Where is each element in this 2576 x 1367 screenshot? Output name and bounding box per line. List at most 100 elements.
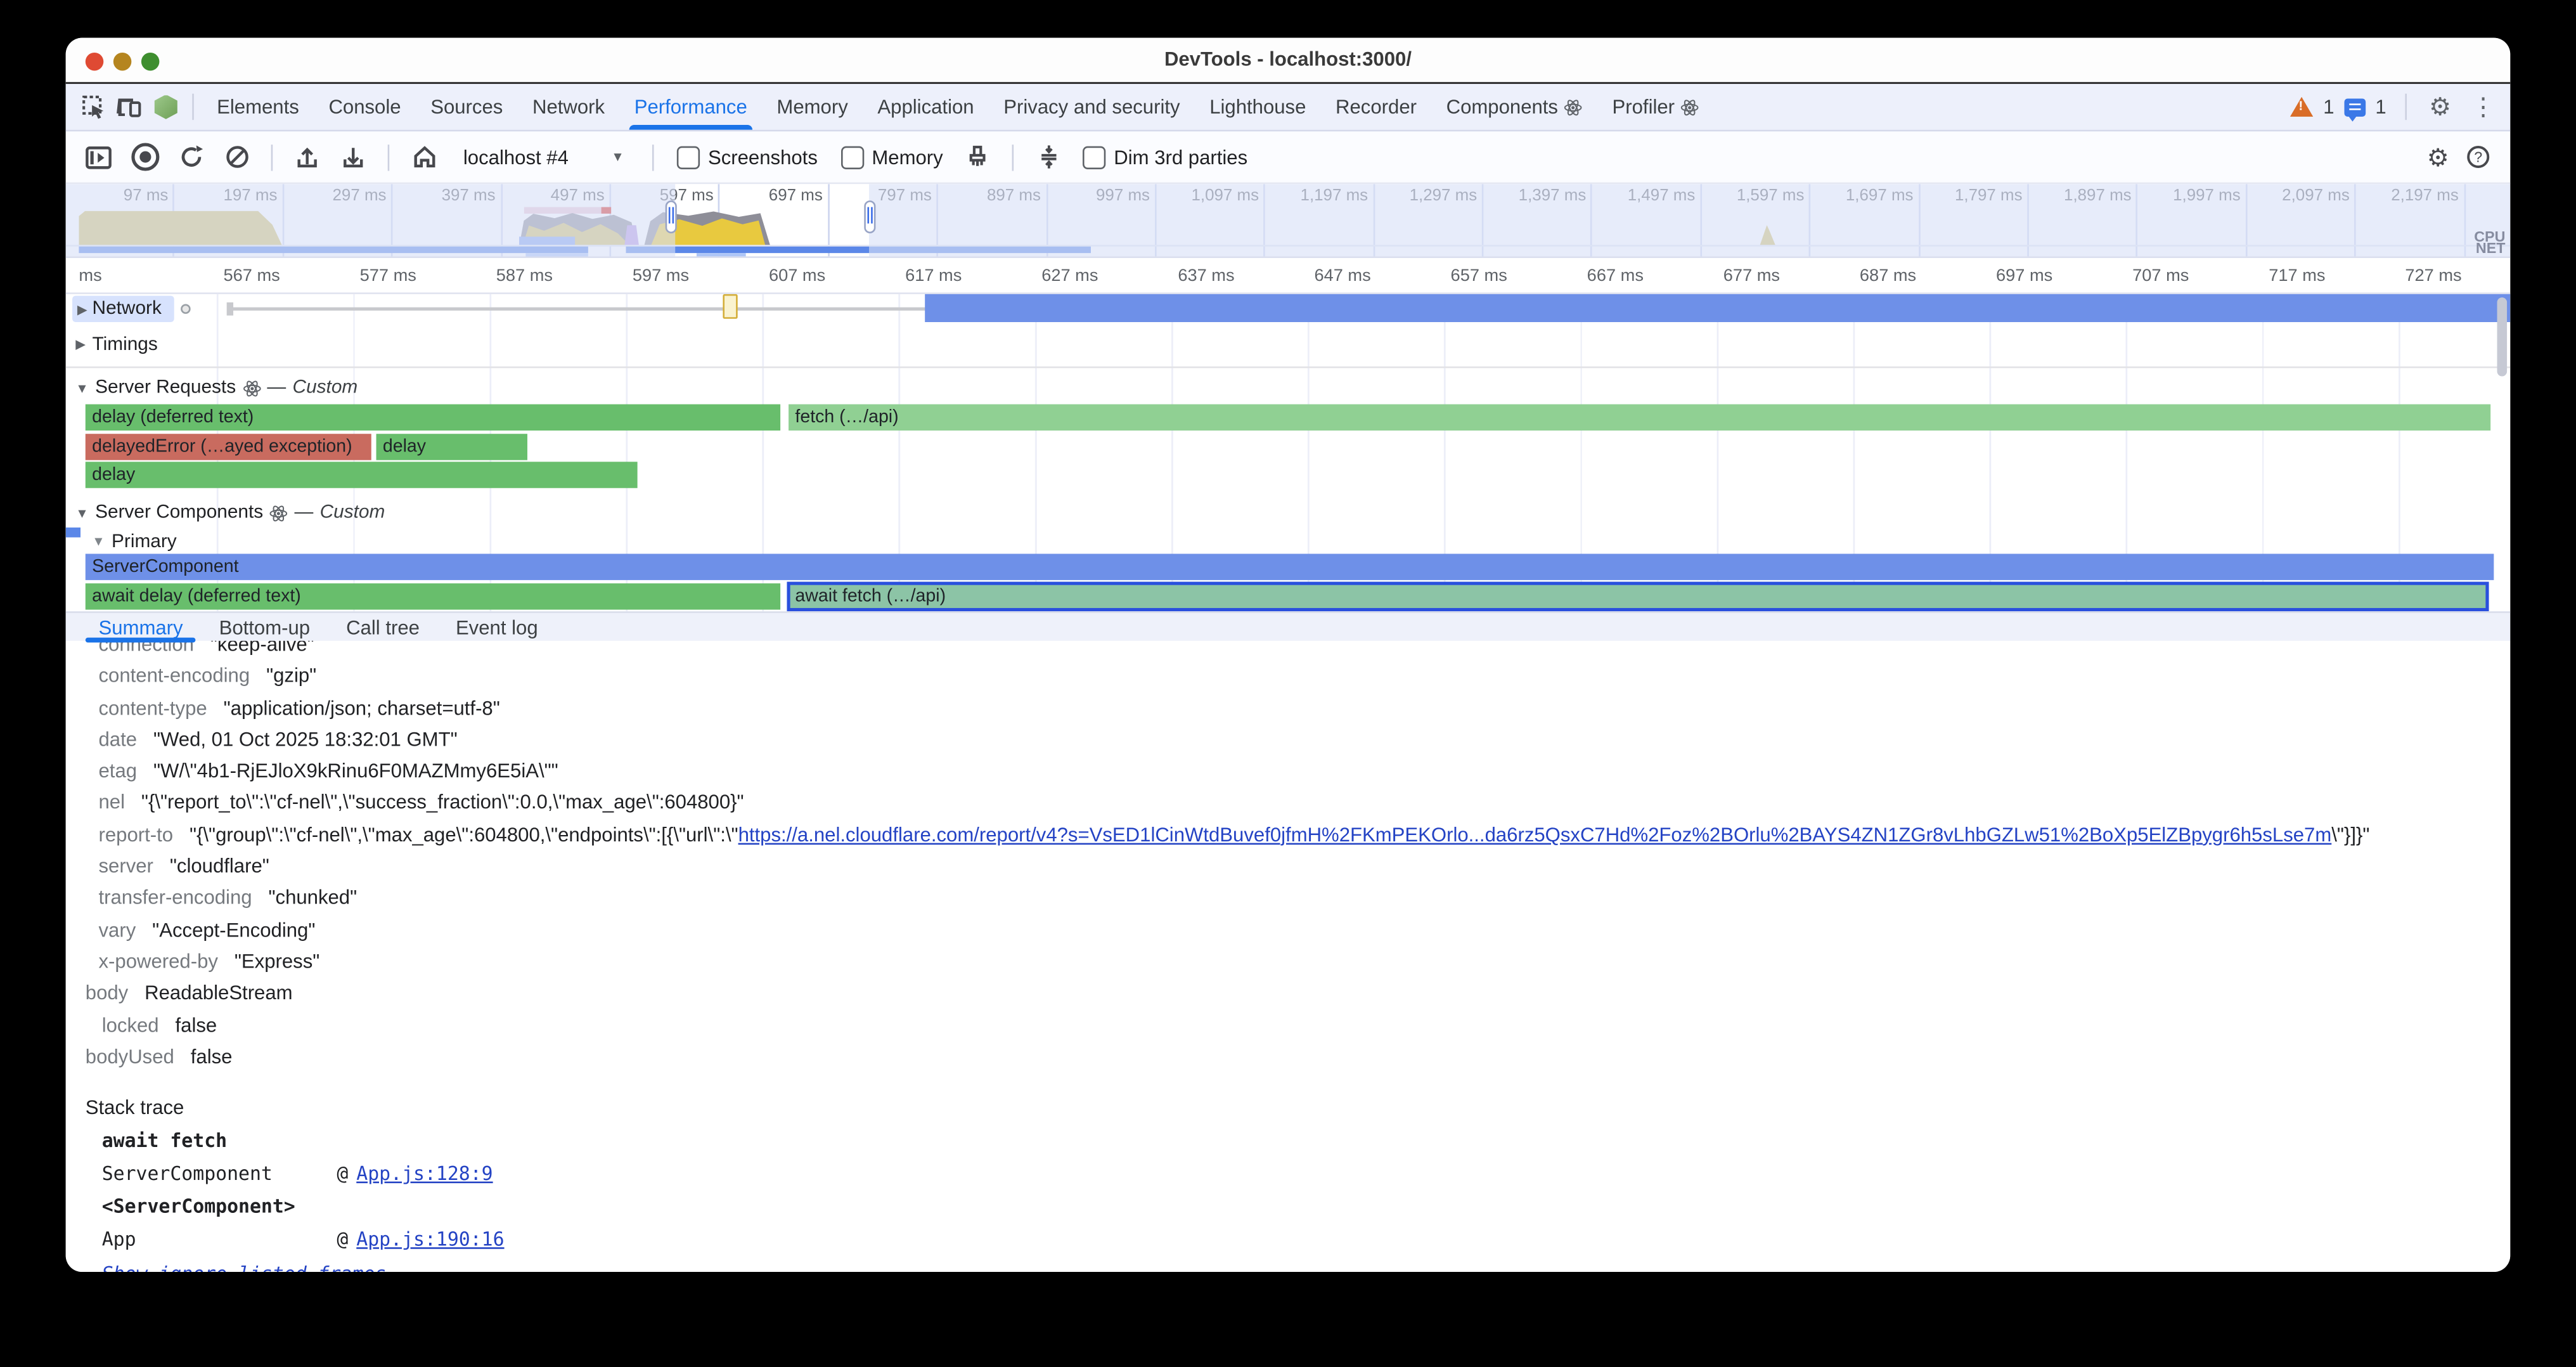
- property-value: "Express": [235, 950, 319, 973]
- network-track[interactable]: ▶ Network: [66, 294, 2511, 325]
- primary-group-header[interactable]: ▼ Primary: [66, 529, 2511, 554]
- tab-console[interactable]: Console: [314, 84, 416, 130]
- network-track-header[interactable]: ▶ Network: [72, 296, 174, 322]
- warning-icon[interactable]: [2290, 97, 2313, 117]
- details-tab-summary[interactable]: Summary: [82, 613, 200, 641]
- tab-memory[interactable]: Memory: [762, 84, 863, 130]
- expand-triangle-icon[interactable]: ▼: [75, 380, 89, 395]
- tab-application[interactable]: Application: [863, 84, 989, 130]
- chevron-down-icon: ▼: [611, 150, 624, 164]
- memory-checkbox[interactable]: Memory: [832, 145, 951, 168]
- property-row: vary"Accept-Encoding": [66, 915, 2511, 947]
- timeline-overview[interactable]: 97 ms197 ms297 ms397 ms497 ms597 ms697 m…: [66, 184, 2511, 258]
- flame-bar[interactable]: await delay (deferred text): [86, 583, 780, 609]
- property-row: bodyReadableStream: [66, 978, 2511, 1010]
- property-value: "application/json; charset=utf-8": [224, 696, 500, 719]
- tab-privacy-and-security[interactable]: Privacy and security: [989, 84, 1195, 130]
- property-key: x-powered-by: [99, 950, 218, 973]
- performance-toolbar: localhost #4 ▼ Screenshots Memory Dim 3: [66, 131, 2511, 184]
- dim-3rd-parties-checkbox[interactable]: Dim 3rd parties: [1074, 145, 1256, 168]
- flame-bar[interactable]: fetch (…/api): [789, 405, 2490, 431]
- property-row: nel"{\"report_to\":\"cf-nel\",\"success_…: [66, 788, 2511, 820]
- source-location-link[interactable]: App.js:128:9: [356, 1157, 493, 1190]
- live-metrics-home-icon[interactable]: [404, 139, 444, 175]
- details-tab-bottom-up[interactable]: Bottom-up: [203, 613, 326, 641]
- frame-at-symbol: @: [337, 1157, 348, 1190]
- collect-garbage-icon[interactable]: [958, 139, 997, 175]
- stack-trace-frames: await fetchServerComponent@App.js:128:9<…: [66, 1124, 2511, 1255]
- selection-handle-right[interactable]: [864, 200, 875, 233]
- expand-triangle-icon[interactable]: ▼: [75, 505, 89, 520]
- tab-lighthouse[interactable]: Lighthouse: [1195, 84, 1321, 130]
- selection-handle-left[interactable]: [666, 200, 677, 233]
- timings-track-header[interactable]: ▶ Timings: [66, 330, 2511, 358]
- net-subbar: [697, 253, 746, 257]
- device-toolbar-icon[interactable]: [112, 91, 148, 124]
- flame-bar[interactable]: delayedError (…ayed exception): [86, 433, 371, 459]
- screenshots-checkbox[interactable]: Screenshots: [669, 145, 826, 168]
- capture-settings-gear-icon[interactable]: ⚙: [2418, 139, 2457, 175]
- report-to-url-link[interactable]: https://a.nel.cloudflare.com/report/v4?s…: [738, 823, 2332, 846]
- details-tab-event-log[interactable]: Event log: [439, 613, 555, 641]
- collapse-triangle-icon[interactable]: ▶: [77, 302, 87, 316]
- property-key: content-type: [99, 696, 207, 719]
- ruler-tick: ms: [79, 266, 101, 286]
- divider: [388, 144, 390, 170]
- record-and-reload-icon[interactable]: [171, 139, 210, 175]
- issues-icon[interactable]: [2344, 98, 2366, 116]
- frame-at-symbol: @: [337, 1223, 348, 1256]
- tab-profiler[interactable]: Profiler: [1597, 84, 1714, 130]
- server-requests-title: Server Requests: [95, 378, 236, 398]
- tab-performance[interactable]: Performance: [619, 84, 762, 130]
- record-icon[interactable]: [125, 139, 164, 175]
- property-value: false: [176, 1013, 217, 1036]
- property-row: server"cloudflare": [66, 852, 2511, 883]
- network-request-bar[interactable]: [925, 294, 2510, 322]
- track-config-icon[interactable]: [181, 304, 191, 314]
- stack-frame: ServerComponent@App.js:128:9: [102, 1157, 2511, 1190]
- flame-bar[interactable]: delay (deferred text): [86, 405, 780, 431]
- help-icon[interactable]: ?: [2457, 139, 2497, 175]
- devtools-window: DevTools - localhost:3000/ ElementsConso…: [66, 38, 2511, 1272]
- history-select[interactable]: localhost #4 ▼: [450, 145, 637, 168]
- overview-dim-left: [66, 184, 676, 256]
- tab-components[interactable]: Components: [1431, 84, 1597, 130]
- frame-function: await fetch: [102, 1124, 337, 1157]
- clear-icon[interactable]: [217, 139, 256, 175]
- details-tab-call-tree[interactable]: Call tree: [330, 613, 436, 641]
- overview-dim-right: [869, 184, 2510, 256]
- server-components-track-header[interactable]: ▼ Server Components — Custom: [66, 500, 2511, 526]
- tab-recorder[interactable]: Recorder: [1321, 84, 1432, 130]
- flame-bar[interactable]: delay: [377, 433, 527, 459]
- server-requests-track-header[interactable]: ▼ Server Requests — Custom: [66, 375, 2511, 401]
- settings-gear-icon[interactable]: ⚙: [2424, 92, 2456, 122]
- toggle-sidebar-icon[interactable]: [79, 139, 118, 175]
- ruler-tick: 647 ms: [1314, 266, 1370, 286]
- flame-bar[interactable]: delay: [86, 462, 638, 488]
- flame-bar[interactable]: ServerComponent: [86, 554, 2494, 580]
- save-profile-icon[interactable]: [333, 139, 373, 175]
- flame-bar[interactable]: await fetch (…/api): [789, 583, 2487, 609]
- collapse-triangle-icon[interactable]: ▶: [75, 337, 86, 351]
- property-key: locked: [102, 1013, 159, 1036]
- tab-network[interactable]: Network: [518, 84, 620, 130]
- load-profile-icon[interactable]: [288, 139, 327, 175]
- source-location-link[interactable]: App.js:190:16: [356, 1223, 504, 1256]
- property-row: etag"W/\"4b1-RjEJloX9kRinu6F0MAZMmy6E5iA…: [66, 756, 2511, 788]
- expand-triangle-icon[interactable]: ▼: [92, 534, 105, 548]
- panel-tabs: ElementsConsoleSourcesNetworkPerformance…: [202, 84, 2291, 130]
- ruler-tick: 627 ms: [1041, 266, 1098, 286]
- property-key: connection: [99, 641, 194, 656]
- flamechart-settings-icon[interactable]: [1029, 139, 1068, 175]
- tab-elements[interactable]: Elements: [202, 84, 314, 130]
- ruler-tick: 717 ms: [2269, 266, 2325, 286]
- tab-sources[interactable]: Sources: [416, 84, 518, 130]
- inspect-element-icon[interactable]: [75, 91, 112, 124]
- react-atom-icon: [242, 379, 261, 397]
- vertical-scrollbar-thumb[interactable]: [2497, 297, 2508, 376]
- network-queued-marker[interactable]: [723, 294, 737, 319]
- nodejs-devtools-icon[interactable]: [148, 91, 184, 124]
- kebab-menu-icon[interactable]: ⋮: [2466, 92, 2500, 122]
- show-ignore-listed-frames-link[interactable]: Show ignore-listed frames: [102, 1262, 387, 1272]
- divider: [1012, 144, 1014, 170]
